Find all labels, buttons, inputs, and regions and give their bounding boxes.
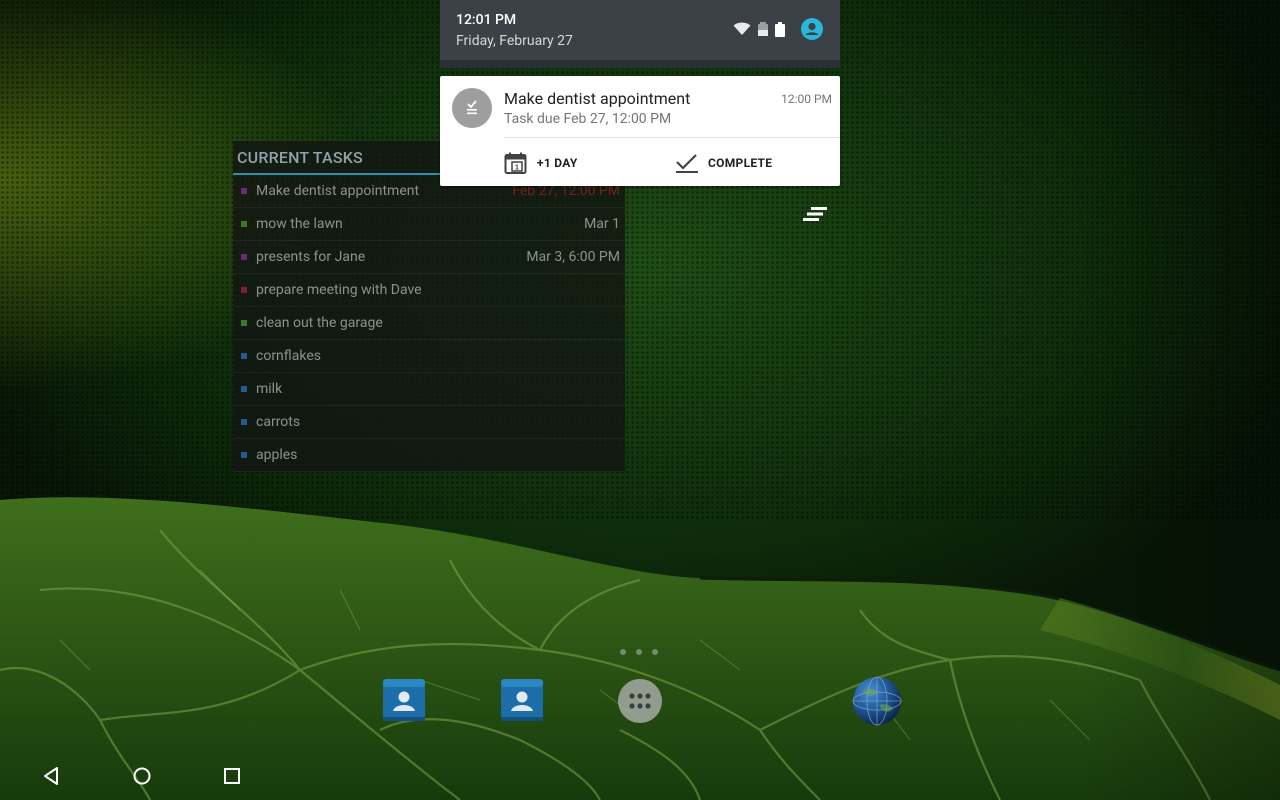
complete-button[interactable]: COMPLETE [676, 150, 772, 176]
clear-all-notifications-icon[interactable] [803, 205, 829, 225]
status-date: Friday, February 27 [456, 33, 573, 49]
recents-icon[interactable] [220, 764, 244, 788]
notification-title: Make dentist appointment [504, 89, 691, 108]
battery-icon [775, 21, 785, 37]
task-name: mow the lawn [256, 216, 343, 232]
svg-text:1: 1 [515, 164, 519, 171]
task-name: milk [256, 381, 283, 397]
task-app-icon [452, 88, 492, 128]
task-row[interactable]: presents for Jane Mar 3, 6:00 PM [233, 241, 625, 274]
widget-title: CURRENT TASKS [237, 147, 363, 167]
task-row[interactable]: apples [233, 439, 625, 472]
task-color-marker [241, 386, 247, 392]
task-name: prepare meeting with Dave [256, 282, 422, 298]
signal-icon [758, 22, 768, 36]
task-color-marker [241, 452, 247, 458]
task-color-marker [241, 287, 247, 293]
account-icon[interactable] [800, 17, 824, 41]
calendar-plus-icon: 1 [504, 152, 527, 174]
task-row[interactable]: mow the lawn Mar 1 [233, 208, 625, 241]
task-row[interactable]: prepare meeting with Dave [233, 274, 625, 307]
task-color-marker [241, 221, 247, 227]
browser-globe-icon[interactable] [851, 675, 903, 727]
notification-time: 12:00 PM [781, 92, 832, 106]
page-indicator [620, 649, 658, 655]
notification-divider [504, 137, 840, 138]
app-drawer-icon[interactable] [617, 678, 663, 724]
back-icon[interactable] [40, 764, 64, 788]
task-row[interactable]: cornflakes [233, 340, 625, 373]
task-due-date: Mar 1 [584, 216, 620, 232]
task-name: clean out the garage [256, 315, 383, 331]
home-icon[interactable] [130, 764, 154, 788]
status-time: 12:01 PM [456, 12, 517, 28]
shade-divider [440, 60, 840, 68]
complete-label: COMPLETE [708, 156, 773, 170]
task-color-marker [241, 320, 247, 326]
contacts-icon[interactable] [499, 677, 545, 723]
page-dot [652, 649, 658, 655]
notification-shade-header[interactable]: 12:01 PM Friday, February 27 [440, 0, 840, 60]
task-color-marker [241, 188, 247, 194]
current-tasks-widget: CURRENT TASKS Make dentist appointment Fe… [233, 141, 625, 472]
task-notification[interactable]: Make dentist appointment 12:00 PM Task d… [440, 76, 840, 186]
navigation-bar [0, 752, 1280, 800]
checklist-icon [467, 100, 477, 115]
task-color-marker [241, 419, 247, 425]
contacts-icon[interactable] [381, 677, 427, 723]
plus-one-day-button[interactable]: 1 +1 DAY [504, 150, 578, 176]
task-name: presents for Jane [256, 249, 366, 265]
task-name: cornflakes [256, 348, 321, 364]
task-name: apples [256, 447, 298, 463]
page-dot [620, 649, 626, 655]
task-color-marker [241, 353, 247, 359]
checkmark-icon [676, 154, 698, 173]
task-name: carrots [256, 414, 301, 430]
notification-subtitle: Task due Feb 27, 12:00 PM [504, 111, 672, 127]
wallpaper-shade [1080, 0, 1280, 800]
task-color-marker [241, 254, 247, 260]
task-list: Make dentist appointment Feb 27, 12:00 PM… [233, 175, 625, 472]
task-due-date: Mar 3, 6:00 PM [526, 249, 620, 265]
page-dot [636, 649, 642, 655]
task-row[interactable]: clean out the garage [233, 307, 625, 340]
task-row[interactable]: milk [233, 373, 625, 406]
plus-one-day-label: +1 DAY [537, 156, 578, 170]
wifi-icon [733, 22, 751, 35]
status-icons [733, 17, 824, 41]
task-row[interactable]: carrots [233, 406, 625, 439]
